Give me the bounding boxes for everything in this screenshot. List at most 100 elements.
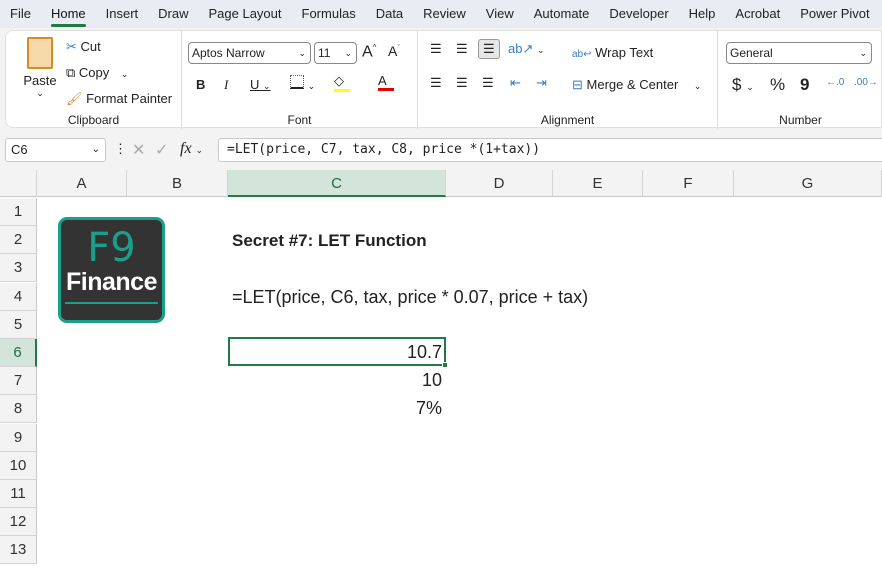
- number-group: General ⌄ $ ⌄ % 9 ←.0 .00→ Number: [718, 31, 882, 129]
- brush-icon: 🖌: [66, 91, 83, 106]
- formula-bar: C6 ⌄ ⋮ ✕ ✓ fx ⌄ =LET(price, C7, tax, C8, …: [0, 138, 882, 163]
- borders-button[interactable]: ⌄: [290, 75, 315, 92]
- font-size-dropdown[interactable]: 11 ⌄: [314, 42, 357, 64]
- chevron-down-icon: ⌄: [120, 69, 129, 79]
- italic-button[interactable]: I: [224, 77, 228, 93]
- scissors-icon: ✂: [66, 39, 77, 54]
- fill-handle[interactable]: [442, 362, 448, 368]
- align-center-icon[interactable]: ☰: [456, 75, 468, 91]
- increase-indent-icon[interactable]: ⇥: [536, 75, 547, 91]
- tab-insert[interactable]: Insert: [96, 0, 149, 28]
- column-header-C[interactable]: C: [228, 170, 446, 197]
- tab-data[interactable]: Data: [366, 0, 413, 28]
- tab-home[interactable]: Home: [41, 0, 96, 28]
- align-right-icon[interactable]: ☰: [482, 75, 494, 91]
- enter-icon[interactable]: ✓: [155, 140, 168, 160]
- orientation-icon[interactable]: ab↗ ⌄: [508, 41, 545, 57]
- format-painter-button[interactable]: 🖌 Format Painter: [66, 91, 172, 107]
- border-icon: [290, 75, 304, 89]
- cut-button[interactable]: ✂ Cut: [66, 39, 101, 55]
- align-left-icon[interactable]: ☰: [430, 75, 442, 91]
- ribbon: Paste ⌄ ✂ Cut ⧉ Copy ⌄ 🖌 Format Painter …: [5, 30, 882, 129]
- chevron-down-icon: ⌄: [859, 48, 867, 58]
- row-header-5[interactable]: 5: [0, 310, 37, 339]
- chevron-down-icon: ⌄: [36, 88, 44, 98]
- decrease-indent-icon[interactable]: ⇤: [510, 75, 521, 91]
- font-color-button[interactable]: A: [378, 73, 394, 91]
- merge-center-button[interactable]: ⊟ Merge & Center ⌄: [572, 77, 701, 93]
- column-header-F[interactable]: F: [643, 170, 734, 197]
- column-header-B[interactable]: B: [127, 170, 228, 197]
- decrease-decimal-icon[interactable]: .00→: [854, 77, 878, 88]
- cell-C2[interactable]: Secret #7: LET Function: [232, 227, 427, 255]
- row-header-6[interactable]: 6: [0, 339, 37, 367]
- decrease-font-icon[interactable]: Aˇ: [388, 43, 400, 59]
- tab-draw[interactable]: Draw: [148, 0, 198, 28]
- fill-color-button[interactable]: ◇: [334, 73, 350, 92]
- row-header-3[interactable]: 3: [0, 254, 37, 283]
- select-all-corner[interactable]: [0, 170, 37, 197]
- row-header-10[interactable]: 10: [0, 451, 37, 480]
- currency-button[interactable]: $ ⌄: [732, 75, 754, 95]
- cell-C6[interactable]: 10.7: [230, 338, 442, 366]
- tab-formulas[interactable]: Formulas: [292, 0, 366, 28]
- column-header-A[interactable]: A: [37, 170, 127, 197]
- tab-page-layout[interactable]: Page Layout: [199, 0, 292, 28]
- row-header-4[interactable]: 4: [0, 282, 37, 311]
- spreadsheet-grid[interactable]: F9 Finance Secret #7: LET Function =LET(…: [0, 170, 882, 574]
- align-bottom-icon[interactable]: ☰: [478, 39, 500, 59]
- underline-button[interactable]: U ⌄: [250, 77, 271, 92]
- bold-button[interactable]: B: [196, 77, 205, 92]
- clipboard-group: Paste ⌄ ✂ Cut ⧉ Copy ⌄ 🖌 Format Painter …: [6, 31, 182, 129]
- row-header-2[interactable]: 2: [0, 226, 37, 255]
- tab-acrobat[interactable]: Acrobat: [725, 0, 790, 28]
- tab-developer[interactable]: Developer: [599, 0, 678, 28]
- increase-decimal-icon[interactable]: ←.0: [826, 77, 844, 88]
- alignment-group: ☰ ☰ ☰ ab↗ ⌄ ☰ ☰ ☰ ⇤ ⇥ ab↩ Wrap Text ⊟ Me…: [418, 31, 718, 129]
- comma-button[interactable]: 9: [800, 75, 809, 95]
- tab-power-pivot[interactable]: Power Pivot: [790, 0, 879, 28]
- merge-icon: ⊟: [572, 77, 583, 92]
- wrap-text-icon: ab↩: [572, 49, 592, 60]
- cell-C8[interactable]: 7%: [230, 394, 442, 422]
- row-header-1[interactable]: 1: [0, 198, 37, 226]
- paint-bucket-icon: ◇: [334, 73, 344, 88]
- tab-file[interactable]: File: [0, 0, 41, 28]
- insert-function-button[interactable]: fx ⌄: [180, 140, 203, 158]
- wrap-text-button[interactable]: ab↩ Wrap Text: [572, 45, 653, 60]
- name-box[interactable]: C6 ⌄: [5, 138, 106, 162]
- row-header-8[interactable]: 8: [0, 395, 37, 424]
- percent-button[interactable]: %: [770, 75, 785, 95]
- column-header-D[interactable]: D: [446, 170, 553, 197]
- increase-font-icon[interactable]: A^: [362, 43, 376, 61]
- tab-review[interactable]: Review: [413, 0, 476, 28]
- font-name-dropdown[interactable]: Aptos Narrow ⌄: [188, 42, 311, 64]
- cancel-icon[interactable]: ✕: [132, 140, 145, 160]
- align-top-icon[interactable]: ☰: [430, 41, 442, 57]
- font-group: Aptos Narrow ⌄ 11 ⌄ A^ Aˇ B I U ⌄ ⌄ ◇ A Fo…: [182, 31, 418, 129]
- row-header-9[interactable]: 9: [0, 423, 37, 452]
- copy-button[interactable]: ⧉ Copy ⌄: [66, 65, 128, 81]
- clipboard-icon: [27, 37, 53, 69]
- align-middle-icon[interactable]: ☰: [456, 41, 468, 57]
- formula-input[interactable]: =LET(price, C7, tax, C8, price *(1+tax)): [218, 138, 882, 162]
- cell-C7[interactable]: 10: [230, 366, 442, 394]
- row-header-7[interactable]: 7: [0, 367, 37, 396]
- paste-button[interactable]: Paste ⌄: [20, 37, 60, 107]
- ribbon-tabs: File Home Insert Draw Page Layout Formulas Dat…: [0, 0, 882, 28]
- tab-help[interactable]: Help: [679, 0, 726, 28]
- chevron-down-icon: ⌄: [298, 48, 306, 58]
- column-header-G[interactable]: G: [734, 170, 882, 197]
- cell-C4[interactable]: =LET(price, C6, tax, price * 0.07, price…: [232, 283, 588, 311]
- number-format-dropdown[interactable]: General ⌄: [726, 42, 872, 64]
- tab-automate[interactable]: Automate: [524, 0, 600, 28]
- chevron-down-icon: ⌄: [344, 48, 352, 58]
- column-header-E[interactable]: E: [553, 170, 643, 197]
- logo-f9-finance: F9 Finance: [58, 217, 165, 323]
- row-header-12[interactable]: 12: [0, 508, 37, 537]
- row-header-13[interactable]: 13: [0, 536, 37, 565]
- row-header-11[interactable]: 11: [0, 480, 37, 508]
- copy-icon: ⧉: [66, 65, 76, 80]
- tab-view[interactable]: View: [476, 0, 524, 28]
- font-color-icon: A: [378, 73, 387, 88]
